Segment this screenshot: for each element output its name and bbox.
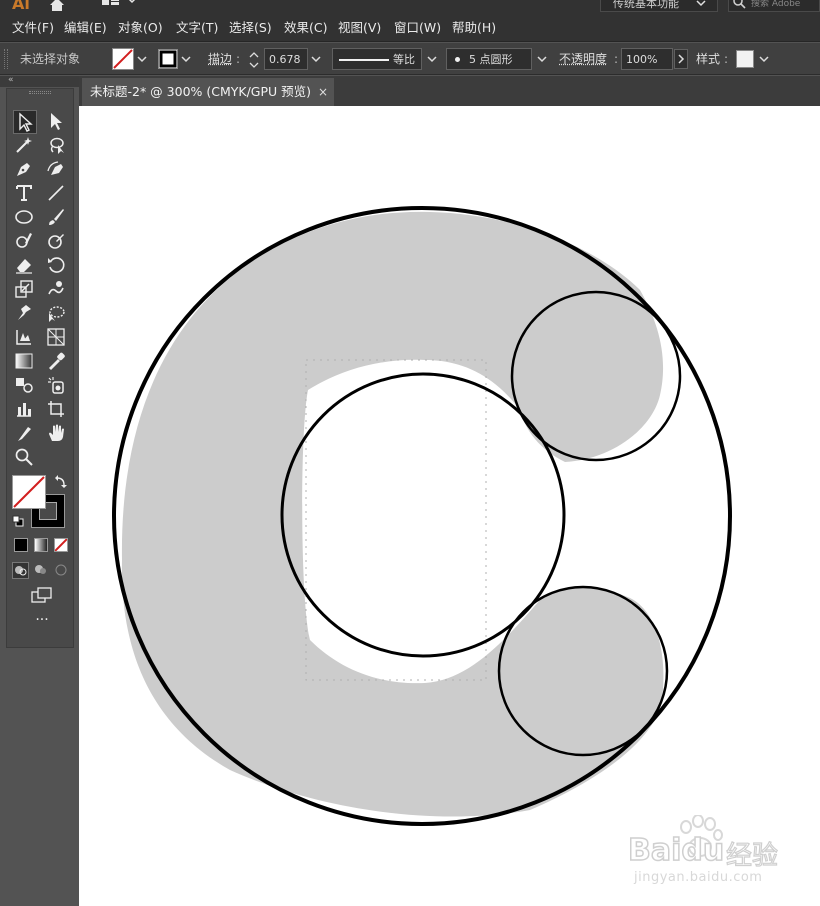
shaper-tool-icon[interactable]	[13, 230, 35, 252]
eyedropper-tool-icon[interactable]	[45, 350, 67, 372]
selection-tool-icon[interactable]	[13, 110, 37, 134]
type-tool-icon[interactable]	[13, 182, 35, 204]
screen-mode-icon[interactable]	[31, 587, 53, 603]
chevron-down-icon[interactable]	[758, 53, 770, 65]
chevron-down-icon[interactable]	[136, 53, 148, 65]
fill-color-swatch[interactable]	[112, 48, 134, 70]
eraser-tool-icon[interactable]	[13, 254, 35, 276]
chevron-down-icon	[694, 0, 708, 10]
menu-help[interactable]: 帮助(H)	[452, 14, 496, 42]
ellipse-tool-icon[interactable]	[13, 206, 35, 228]
chevron-down-icon[interactable]	[426, 53, 438, 65]
watermark-url: jingyan.baidu.com	[634, 870, 763, 885]
paintbrush-tool-icon[interactable]	[45, 206, 67, 228]
blob-brush-tool-icon[interactable]	[45, 230, 67, 252]
rotate-tool-icon[interactable]	[45, 254, 67, 276]
artboard-canvas[interactable]	[79, 106, 820, 906]
stepper-arrows-icon[interactable]	[248, 51, 260, 69]
column-graph-tool-icon[interactable]	[13, 398, 35, 420]
menu-file[interactable]: 文件(F)	[12, 14, 54, 42]
baidu-watermark: Baidu 经验 jingyan.baidu.com	[627, 814, 810, 890]
draw-inside-icon[interactable]	[54, 562, 71, 579]
none-mode-button[interactable]	[54, 538, 68, 552]
swap-fill-stroke-icon[interactable]	[54, 475, 68, 489]
watermark-brand: Baidu	[627, 832, 725, 869]
slice-tool-icon[interactable]	[13, 422, 35, 444]
menu-bar: 文件(F) 编辑(E) 对象(O) 文字(T) 选择(S) 效果(C) 视图(V…	[0, 14, 820, 42]
collapse-panel-icon[interactable]: «	[0, 76, 79, 87]
shape-builder-tool-icon[interactable]	[13, 326, 35, 348]
selection-status: 未选择对象	[20, 52, 81, 66]
tools-panel: ···	[6, 88, 74, 648]
line-segment-tool-icon[interactable]	[45, 182, 67, 204]
colon: :	[614, 52, 619, 66]
puppet-warp-tool-icon[interactable]	[13, 302, 35, 324]
menu-edit[interactable]: 编辑(E)	[64, 14, 107, 42]
chevron-down-icon[interactable]	[310, 53, 322, 65]
fill-color-box[interactable]	[12, 475, 46, 509]
brush-label: 5 点圆形	[469, 53, 513, 66]
curvature-tool-icon[interactable]	[45, 158, 67, 180]
chevron-right-icon[interactable]	[674, 49, 688, 69]
app-title-bar: Ai 传统基本功能 搜索 Adobe	[0, 0, 820, 14]
artwork	[112, 206, 732, 826]
menu-view[interactable]: 视图(V)	[338, 14, 381, 42]
menu-object[interactable]: 对象(O)	[118, 14, 163, 42]
document-tab[interactable]: 未标题-2* @ 300% (CMYK/GPU 预览)	[82, 78, 334, 106]
edit-toolbar-icon[interactable]: ···	[31, 613, 53, 627]
stroke-weight-input[interactable]: 0.678	[264, 48, 308, 70]
profile-label: 等比	[393, 53, 415, 66]
chevron-down-icon[interactable]	[180, 53, 192, 65]
free-transform-tool-icon[interactable]	[45, 302, 67, 324]
blend-tool-icon[interactable]	[13, 374, 35, 396]
color-mode-button[interactable]	[14, 538, 28, 552]
brush-dot-icon	[455, 57, 460, 62]
chevron-down-icon[interactable]	[536, 53, 548, 65]
watermark-brand-cn: 经验	[725, 840, 779, 871]
warp-tool-icon[interactable]	[45, 278, 67, 300]
lasso-tool-icon[interactable]	[45, 134, 67, 156]
arrange-documents-icon[interactable]	[100, 0, 140, 12]
artboard-tool-icon[interactable]	[45, 398, 67, 420]
control-bar: 未选择对象 描边 : 0.678 等比 5 点圆形 不透明度 : 100% 样式…	[0, 43, 820, 75]
style-label: 样式	[696, 52, 721, 66]
brush-definition[interactable]: 5 点圆形	[446, 48, 532, 70]
draw-behind-icon[interactable]	[33, 562, 50, 579]
graphic-style-swatch[interactable]	[736, 50, 754, 68]
zoom-tool-icon[interactable]	[13, 446, 35, 468]
app-logo: Ai	[12, 0, 30, 13]
search-icon	[732, 0, 746, 10]
grip-handle[interactable]	[4, 49, 8, 69]
colon: :	[724, 52, 729, 66]
hand-tool-icon[interactable]	[45, 422, 67, 444]
default-fill-stroke-icon[interactable]	[12, 515, 24, 527]
opacity-label[interactable]: 不透明度	[559, 48, 607, 70]
variable-width-profile[interactable]: 等比	[332, 48, 422, 70]
gray-ring-shape	[121, 211, 664, 817]
magic-wand-tool-icon[interactable]	[13, 134, 35, 156]
menu-type[interactable]: 文字(T)	[176, 14, 218, 42]
stroke-label[interactable]: 描边	[208, 48, 232, 70]
home-icon[interactable]	[48, 0, 66, 12]
direct-selection-tool-icon[interactable]	[45, 110, 67, 132]
gradient-tool-icon[interactable]	[13, 350, 35, 372]
stroke-color-swatch[interactable]	[158, 49, 178, 69]
gradient-mode-button[interactable]	[34, 538, 48, 552]
menu-window[interactable]: 窗口(W)	[394, 14, 441, 42]
perspective-grid-tool-icon[interactable]	[45, 326, 67, 348]
opacity-input[interactable]: 100%	[621, 48, 673, 70]
profile-line	[339, 59, 389, 61]
pen-tool-icon[interactable]	[13, 158, 35, 180]
draw-normal-icon[interactable]	[12, 562, 29, 579]
panel-grip[interactable]	[29, 91, 51, 94]
close-tab-icon[interactable]: ×	[318, 78, 332, 106]
colon: :	[236, 52, 241, 66]
scale-tool-icon[interactable]	[13, 278, 35, 300]
symbol-sprayer-tool-icon[interactable]	[45, 374, 67, 396]
menu-select[interactable]: 选择(S)	[229, 14, 272, 42]
menu-effect[interactable]: 效果(C)	[284, 14, 327, 42]
